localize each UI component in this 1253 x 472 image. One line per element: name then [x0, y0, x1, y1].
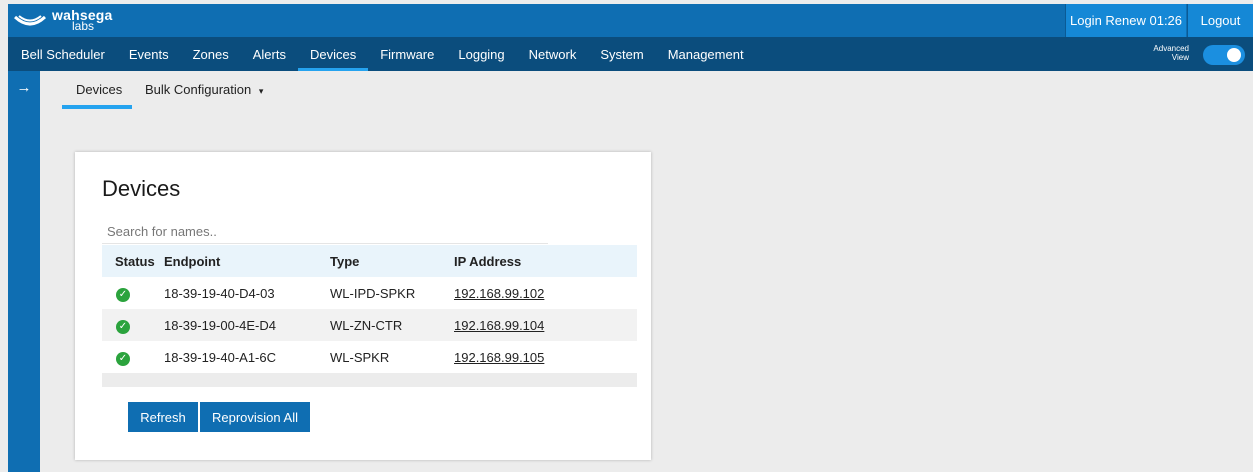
nav-item-system[interactable]: System [588, 37, 655, 71]
endpoint-cell: 18-39-19-40-D4-03 [164, 285, 275, 301]
table-footer-row [102, 373, 637, 387]
status-cell: ✓ [102, 309, 164, 341]
type-cell: WL-ZN-CTR [330, 309, 454, 341]
refresh-button[interactable]: Refresh [128, 402, 198, 432]
col-type[interactable]: Type [330, 245, 454, 277]
status-ok-icon: ✓ [116, 287, 130, 302]
caret-down-icon: ▾ [258, 86, 264, 96]
endpoint-cell: 18-39-19-40-A1-6C [164, 349, 277, 365]
login-renew-button[interactable]: Login Renew 01:26 [1065, 4, 1186, 37]
card-title: Devices [102, 176, 181, 201]
table-row[interactable]: ✓ 18-39-19-40-A1-6C WL-SPKR 192.168.99.105 [102, 341, 637, 373]
col-ip-address[interactable]: IP Address [454, 245, 637, 277]
wahsega-logo-icon [14, 14, 46, 25]
advanced-view-label-line2: View [1171, 53, 1189, 62]
subtab-devices[interactable]: Devices [76, 82, 122, 97]
advanced-view-label: Advanced View [1153, 44, 1189, 62]
ip-cell: 192.168.99.102 [454, 277, 637, 309]
subtab-bulk-label: Bulk Configuration [145, 82, 252, 97]
nav-item-management[interactable]: Management [656, 37, 756, 71]
nav-item-firmware[interactable]: Firmware [368, 37, 446, 71]
search-input[interactable] [102, 220, 548, 244]
sidebar: → [8, 71, 40, 472]
top-bar: wahsega labs Login Renew 01:26 Logout [8, 4, 1253, 37]
status-cell: ✓ [102, 341, 164, 373]
status-ok-icon: ✓ [116, 319, 130, 334]
col-status[interactable]: Status [102, 245, 164, 277]
table-footer-cell [102, 373, 637, 387]
advanced-view-toggle[interactable] [1203, 45, 1245, 65]
active-subtab-indicator [62, 105, 132, 109]
type-cell: WL-SPKR [330, 349, 390, 365]
nav-item-bell-scheduler[interactable]: Bell Scheduler [8, 37, 117, 71]
type-cell: WL-IPD-SPKR [330, 285, 416, 301]
arrow-right-icon[interactable]: → [8, 79, 40, 96]
wahsega-logo[interactable]: wahsega labs [8, 4, 158, 37]
ip-cell: 192.168.99.105 [454, 341, 637, 373]
nav-item-alerts[interactable]: Alerts [241, 37, 298, 71]
nav-item-devices[interactable]: Devices [297, 37, 369, 71]
endpoint-cell: 18-39-19-00-4E-D4 [164, 309, 330, 341]
ip-cell: 192.168.99.104 [454, 309, 637, 341]
status-cell: ✓ [102, 277, 164, 309]
advanced-view-label-line1: Advanced [1153, 44, 1189, 53]
status-ok-icon: ✓ [116, 351, 130, 366]
devices-table: Status Endpoint Type IP Address ✓ 18-39-1… [102, 245, 637, 387]
nav-item-zones[interactable]: Zones [181, 37, 241, 71]
ip-address-link[interactable]: 192.168.99.104 [454, 318, 544, 333]
nav-item-logging[interactable]: Logging [446, 37, 516, 71]
logout-button[interactable]: Logout [1187, 4, 1253, 37]
subtab-bulk-configuration[interactable]: Bulk Configuration ▾ [145, 82, 263, 97]
ip-address-link[interactable]: 192.168.99.102 [454, 286, 544, 301]
toggle-knob [1227, 48, 1241, 62]
ip-address-link[interactable]: 192.168.99.105 [454, 350, 544, 365]
main-nav: Bell Scheduler Events Zones Alerts Devices Fi… [8, 37, 1253, 71]
nav-item-events[interactable]: Events [117, 37, 181, 71]
table-row[interactable]: ✓ 18-39-19-00-4E-D4 WL-ZN-CTR 192.168.99.10… [102, 309, 637, 341]
col-endpoint[interactable]: Endpoint [164, 245, 330, 277]
reprovision-all-button[interactable]: Reprovision All [200, 402, 310, 432]
table-row[interactable]: ✓ 18-39-19-40-D4-03 WL-IPD-SPKR 192.168.99.… [102, 277, 637, 309]
devices-card: Devices Status Endpoint Type IP Address … [75, 152, 651, 460]
table-header-row: Status Endpoint Type IP Address [102, 245, 637, 277]
nav-item-network[interactable]: Network [517, 37, 589, 71]
